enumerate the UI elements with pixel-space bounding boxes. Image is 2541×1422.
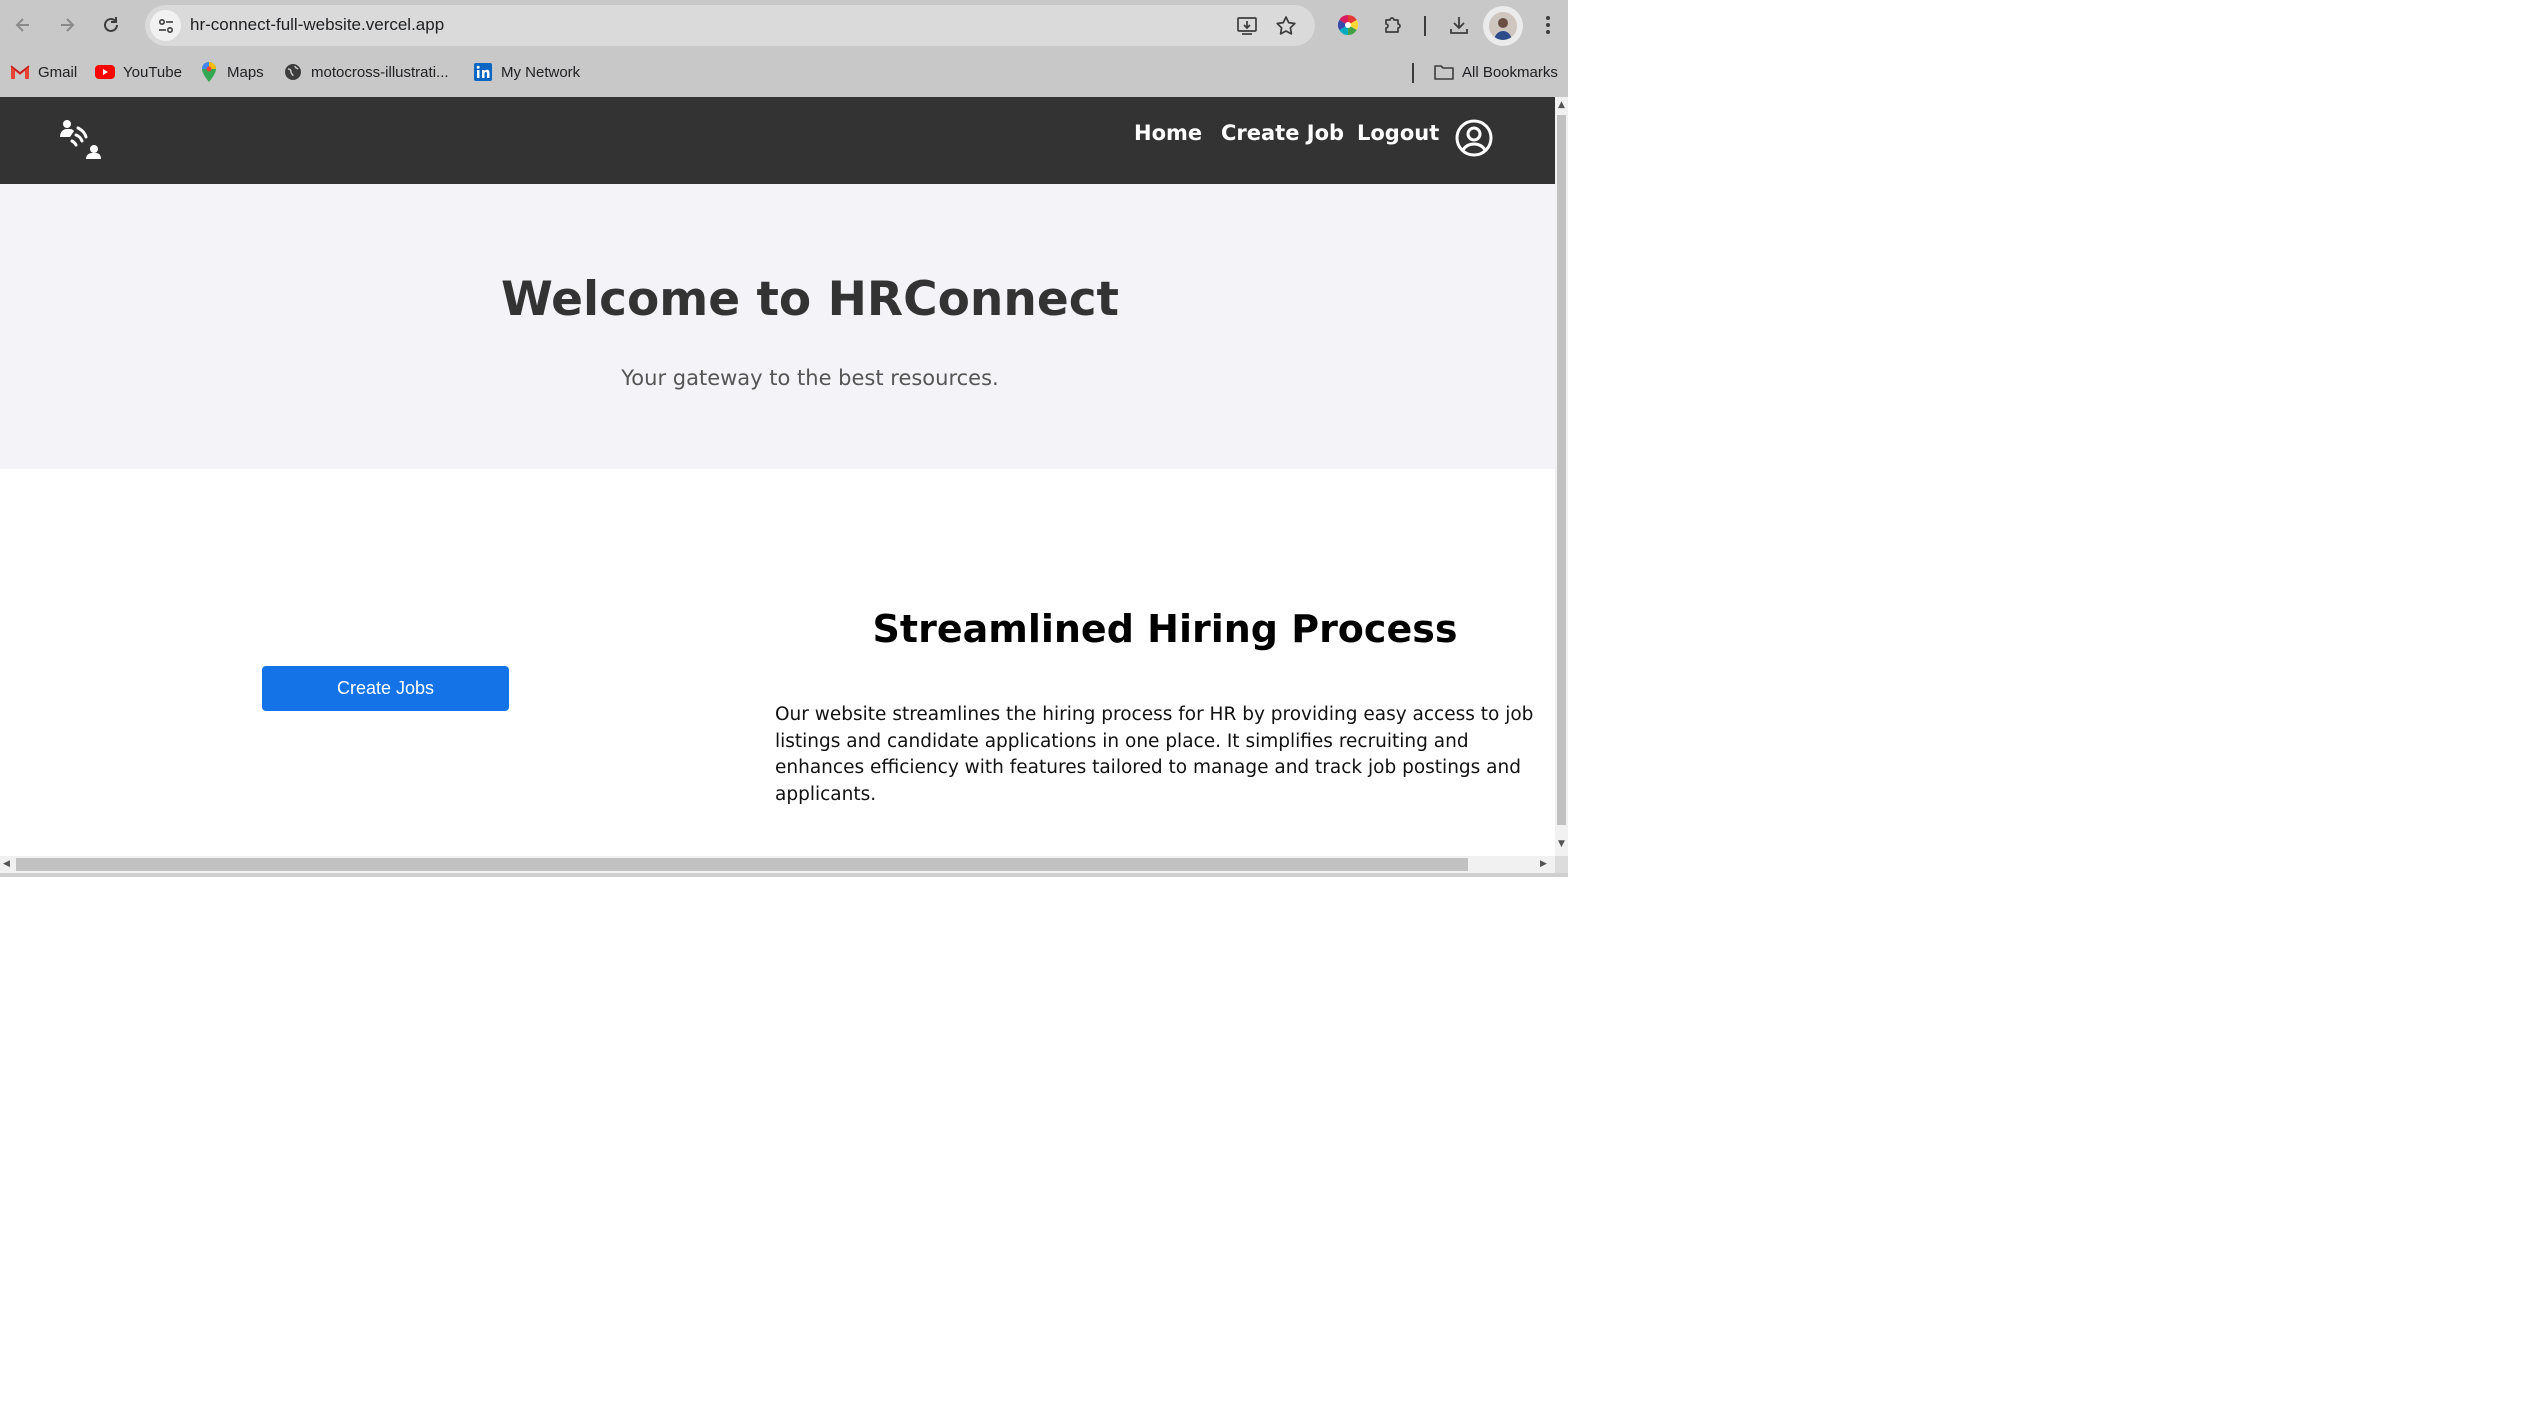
scroll-up-arrow-icon[interactable]: ▲ bbox=[1558, 100, 1565, 110]
tune-icon bbox=[158, 18, 173, 33]
window-bottom-edge bbox=[0, 873, 1568, 877]
toolbar-divider bbox=[1424, 16, 1426, 36]
star-icon bbox=[1276, 16, 1296, 35]
globe-icon bbox=[283, 62, 303, 82]
color-wheel-icon bbox=[1337, 14, 1359, 36]
site-header: Home Create Job Logout bbox=[0, 97, 1555, 184]
scroll-right-arrow-icon[interactable]: ▶ bbox=[1540, 859, 1547, 869]
forward-button[interactable] bbox=[51, 9, 83, 41]
feature-title: Streamlined Hiring Process bbox=[872, 607, 1458, 651]
reload-button[interactable] bbox=[95, 9, 127, 41]
horizontal-scrollbar[interactable]: ◀ ▶ bbox=[0, 856, 1555, 873]
nav-home-link[interactable]: Home bbox=[1134, 121, 1202, 145]
kebab-menu-icon bbox=[1546, 16, 1550, 34]
forward-arrow-icon bbox=[61, 18, 75, 32]
bookmark-gmail[interactable]: Gmail bbox=[10, 61, 77, 83]
url-text[interactable]: hr-connect-full-website.vercel.app bbox=[190, 15, 444, 35]
bookmark-star-button[interactable] bbox=[1274, 14, 1298, 38]
browser-toolbar: hr-connect-full-website.vercel.app bbox=[0, 0, 1568, 52]
nav-logout-link[interactable]: Logout bbox=[1357, 121, 1439, 145]
hero-section: Welcome to HRConnect Your gateway to the… bbox=[0, 184, 1555, 469]
back-button[interactable] bbox=[7, 9, 39, 41]
profile-avatar-button[interactable] bbox=[1483, 6, 1523, 46]
address-bar[interactable]: hr-connect-full-website.vercel.app bbox=[145, 5, 1315, 46]
color-extension-button[interactable] bbox=[1335, 12, 1361, 38]
vertical-scrollbar[interactable]: ▲ ▼ bbox=[1555, 97, 1568, 856]
puzzle-icon bbox=[1385, 17, 1401, 33]
user-circle-icon[interactable] bbox=[1454, 118, 1494, 158]
scroll-left-arrow-icon[interactable]: ◀ bbox=[3, 859, 10, 869]
hero-subtitle: Your gateway to the best resources. bbox=[621, 366, 999, 390]
bookmark-maps[interactable]: Maps bbox=[199, 61, 264, 83]
back-arrow-icon bbox=[15, 18, 29, 32]
scrollbar-corner bbox=[1555, 856, 1568, 873]
maps-icon bbox=[199, 62, 219, 82]
browser-chrome: hr-connect-full-website.vercel.app Gmail… bbox=[0, 0, 1568, 97]
hr-connect-logo-icon[interactable] bbox=[58, 117, 106, 165]
scroll-down-arrow-icon[interactable]: ▼ bbox=[1558, 839, 1565, 849]
folder-icon bbox=[1434, 62, 1454, 82]
bookmark-youtube[interactable]: YouTube bbox=[95, 61, 182, 83]
horizontal-scroll-thumb[interactable] bbox=[16, 858, 1468, 871]
download-icon bbox=[1450, 17, 1468, 34]
reload-icon bbox=[104, 17, 118, 32]
install-app-icon bbox=[1237, 17, 1257, 35]
linkedin-icon bbox=[473, 62, 493, 82]
install-app-button[interactable] bbox=[1235, 14, 1259, 38]
site-info-button[interactable] bbox=[150, 10, 181, 41]
all-bookmarks-button[interactable]: All Bookmarks bbox=[1434, 61, 1558, 83]
nav-create-job-link[interactable]: Create Job bbox=[1221, 121, 1344, 145]
downloads-button[interactable] bbox=[1446, 12, 1472, 38]
bookmark-my-network[interactable]: My Network bbox=[473, 61, 580, 83]
bookmark-motocross[interactable]: motocross-illustrati... bbox=[283, 61, 449, 83]
avatar bbox=[1489, 12, 1517, 40]
extensions-button[interactable] bbox=[1380, 12, 1406, 38]
browser-menu-button[interactable] bbox=[1535, 12, 1561, 38]
youtube-icon bbox=[95, 62, 115, 82]
hero-title: Welcome to HRConnect bbox=[500, 272, 1120, 327]
bookmarks-bar: Gmail YouTube Maps motocross-illustrati.… bbox=[0, 55, 1568, 89]
bookmarks-divider bbox=[1412, 63, 1414, 83]
create-jobs-button[interactable]: Create Jobs bbox=[262, 666, 509, 711]
vertical-scroll-thumb[interactable] bbox=[1557, 115, 1566, 825]
gmail-icon bbox=[10, 62, 30, 82]
feature-description: Our website streamlines the hiring proce… bbox=[775, 704, 1534, 805]
page-viewport: Home Create Job Logout Welcome to HRConn… bbox=[0, 97, 1555, 856]
person-photo-icon bbox=[1489, 12, 1517, 40]
